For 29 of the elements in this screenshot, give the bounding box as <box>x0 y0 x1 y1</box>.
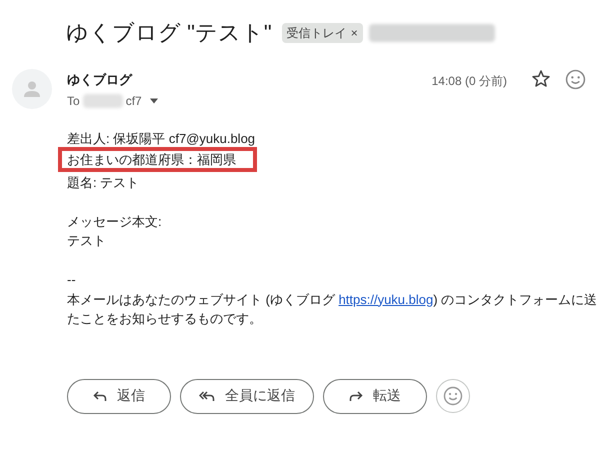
body-text: 差出人: 保坂陽平 cf7@yuku.blog <box>67 131 256 146</box>
remove-label-button[interactable]: × <box>350 26 358 40</box>
to-label: To <box>67 94 80 108</box>
emoji-icon <box>443 386 463 406</box>
reply-all-button[interactable]: 全員に返信 <box>180 378 314 414</box>
reply-icon <box>93 390 107 402</box>
body-text: -- <box>67 272 76 287</box>
forward-button[interactable]: 転送 <box>323 378 427 414</box>
star-icon[interactable] <box>531 69 551 89</box>
forward-icon <box>349 390 363 402</box>
dropdown-icon[interactable] <box>148 98 159 104</box>
person-icon <box>22 79 42 99</box>
reply-all-icon <box>199 390 215 402</box>
website-link[interactable]: https://yuku.blog <box>338 292 434 306</box>
body-text: 題名: テスト <box>67 174 140 190</box>
sender-name: ゆくブログ <box>67 71 134 89</box>
body-text: たことをお知らせするものです。 <box>67 311 262 326</box>
reply-button[interactable]: 返信 <box>67 378 171 414</box>
emoji-reaction-button[interactable] <box>436 379 470 413</box>
body-text: お住まいの都道府県：福岡県 <box>67 152 236 166</box>
inbox-label[interactable]: 受信トレイ × <box>282 23 363 43</box>
body-text: テスト <box>67 233 106 248</box>
emoji-icon <box>565 69 586 90</box>
recipient: cf7 <box>126 94 142 108</box>
email-subject: ゆくブログ "テスト" <box>66 19 272 47</box>
body-text: 本メールはあなたのウェブサイト (ゆくブログ https://yuku.blog) のコンタクトフォームに送 <box>67 292 598 306</box>
blurred-recipient <box>82 94 123 108</box>
timestamp: 14:08 (0 分前) <box>432 73 507 90</box>
body-text: メッセージ本文: <box>67 214 162 228</box>
